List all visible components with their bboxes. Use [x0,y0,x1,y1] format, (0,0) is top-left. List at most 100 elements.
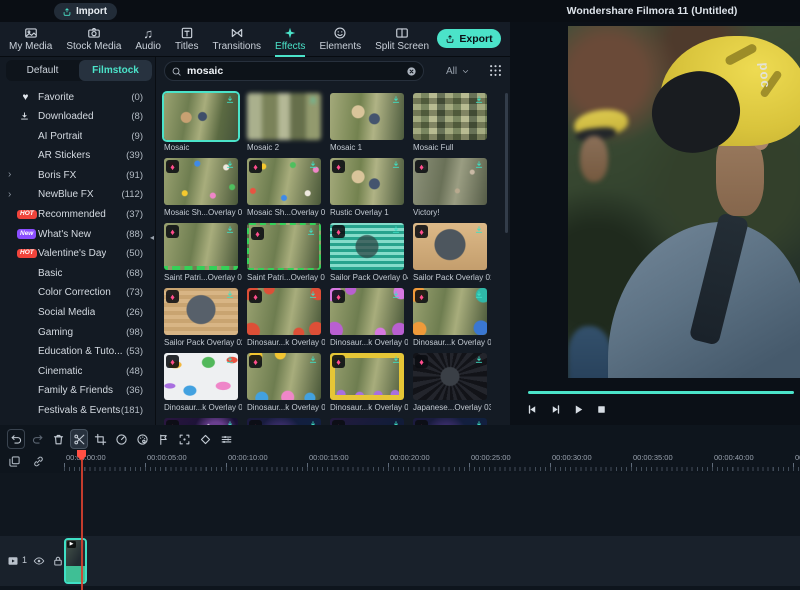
effect-item-mosaic-sh-overlay-01[interactable]: ♦ Mosaic Sh...Overlay 01 [164,158,242,217]
sidebar-item-label: Basic [38,267,63,279]
delete-button[interactable] [50,430,66,448]
sidebar-item-what-s-new[interactable]: New What's New (88) [0,225,156,245]
tab-split-screen[interactable]: Split Screen [368,24,436,57]
color-button[interactable] [134,430,150,448]
timeline-clip[interactable]: ▶ [64,538,87,584]
effect-item-sailor-pack-overlay-01[interactable]: ♦ Sailor Pack Overlay 01 [413,223,491,282]
marker-button[interactable] [155,430,171,448]
effect-item-sailor-pack-overlay-02[interactable]: ♦ Sailor Pack Overlay 02 [164,288,242,347]
effect-item-mosaic[interactable]: Mosaic [164,93,242,152]
collapse-sidebar-icon[interactable]: ◂ [150,233,154,242]
sidebar-item-ar-stickers[interactable]: AR Stickers (39) [0,147,156,167]
tab-audio[interactable]: ♫ Audio [128,24,168,57]
split-button[interactable] [71,430,87,448]
effect-item-victory[interactable]: ♦ Victory! [413,158,491,217]
manage-tracks-icon[interactable] [8,455,21,468]
next-frame-button[interactable] [547,401,563,417]
effect-name: Saint Patri...Overlay 02 [247,273,325,282]
seek-bar[interactable] [528,391,794,394]
redo-button[interactable] [29,430,45,448]
sidebar-item-newblue-fx[interactable]: › NewBlue FX (112) [0,186,156,206]
stop-button[interactable] [593,401,609,417]
speed-button[interactable] [113,430,129,448]
sidebar-item-basic[interactable]: Basic (68) [0,264,156,284]
timeline-empty-area[interactable] [0,473,800,536]
import-button[interactable]: Import [54,3,118,20]
play-button[interactable] [570,401,586,417]
export-label: Export [459,32,493,45]
effect-item-mosaic-2[interactable]: Mosaic 2 [247,93,325,152]
stock-media-icon [87,26,101,40]
search-input[interactable] [187,65,401,77]
effect-item-sailor-pack-overlay-04[interactable]: ♦ Sailor Pack Overlay 04 [330,223,408,282]
sidebar-item-education-tuto[interactable]: Education & Tuto... (53) [0,343,156,363]
effect-item[interactable]: ♦ [413,418,491,425]
tab-elements[interactable]: Elements [312,24,368,57]
sidebar-item-social-media[interactable]: Social Media (26) [0,304,156,324]
timeline-ruler[interactable]: 00:00:00:00 00:00:05:00 00:00:10:00 00:00:1… [0,451,800,473]
titles-icon [180,26,194,40]
effect-item[interactable]: ♦ [247,418,325,425]
chevron-right-icon[interactable]: › [8,168,11,182]
sidebar-item-downloaded[interactable]: Downloaded (8) [0,108,156,128]
effect-item-dinosaur-k-overlay-02[interactable]: ♦ Dinosaur...k Overlay 02 [330,288,408,347]
sidebar-item-ai-portrait[interactable]: AI Portrait (9) [0,127,156,147]
tab-filmstock[interactable]: Filmstock [79,60,152,81]
effect-item-dinosaur-k-overlay-04[interactable]: ♦ Dinosaur...k Overlay 04 [164,353,242,412]
effect-item-mosaic-1[interactable]: Mosaic 1 [330,93,408,152]
chevron-right-icon[interactable]: › [8,188,11,202]
effect-item[interactable]: ♦ [164,418,242,425]
split-icon [73,433,86,446]
sidebar-item-boris-fx[interactable]: › Boris FX (91) [0,166,156,186]
grid-view-icon[interactable] [488,63,503,78]
sidebar-item-favorite[interactable]: ♥ Favorite (0) [0,88,156,108]
crop-button[interactable] [92,430,108,448]
download-icon [308,355,318,365]
track-lock-icon[interactable] [52,555,64,567]
effect-item-rustic-overlay-1[interactable]: ♦ Rustic Overlay 1 [330,158,408,217]
clear-search-icon[interactable] [406,66,417,77]
export-button[interactable]: Export [437,29,501,48]
download-icon [225,225,235,235]
effect-item-mosaic-sh-overlay-02[interactable]: ♦ Mosaic Sh...Overlay 02 [247,158,325,217]
sidebar-item-cinematic[interactable]: Cinematic (48) [0,362,156,382]
sidebar-item-gaming[interactable]: Gaming (98) [0,323,156,343]
sidebar-item-family-friends[interactable]: Family & Friends (36) [0,382,156,402]
motion-track-button[interactable] [176,430,192,448]
effect-item-dinosaur-k-overlay-03[interactable]: ♦ Dinosaur...k Overlay 03 [413,288,491,347]
effect-item[interactable]: ♦ [330,418,408,425]
sidebar-item-color-correction[interactable]: Color Correction (73) [0,284,156,304]
effects-scrollbar[interactable] [505,93,508,233]
sidebar-item-count: (36) [126,385,143,397]
tab-titles[interactable]: Titles [168,24,206,57]
track-visibility-icon[interactable] [33,555,45,567]
keyframe-button[interactable] [197,430,213,448]
download-icon [474,290,484,300]
tab-default[interactable]: Default [6,60,79,81]
sidebar-item-festivals-events[interactable]: Festivals & Events (181) [0,402,156,422]
ruler-label: 00:00:10:00 [228,453,268,462]
effect-item-dinosaur-k-overlay-05[interactable]: ♦ Dinosaur...k Overlay 05 [247,353,325,412]
previous-frame-button[interactable] [524,401,540,417]
effect-item-dinosaur-k-overlay-01[interactable]: ♦ Dinosaur...k Overlay 01 [247,288,325,347]
effect-item-saint-patri-overlay-02[interactable]: ♦ Saint Patri...Overlay 02 [247,223,325,282]
video-track[interactable]: 1 ▶ [0,536,800,586]
ruler-label: 00:00:30:00 [552,453,592,462]
tab-stock-media[interactable]: Stock Media [59,24,128,57]
premium-gem-icon: ♦ [249,160,262,173]
effect-item-saint-patri-overlay-01[interactable]: ♦ Saint Patri...Overlay 01 [164,223,242,282]
link-clips-icon[interactable] [32,455,45,468]
undo-button[interactable] [8,430,24,448]
adjust-button[interactable] [218,430,234,448]
sidebar-item-valentine-s-day[interactable]: HOT Valentine's Day (50) [0,245,156,265]
effect-item-mosaic-full[interactable]: Mosaic Full [413,93,491,152]
effect-item-dinosaur-k-overlay-06[interactable]: ♦ Dinosaur...k Overlay 06 [330,353,408,412]
effect-item-japanese-overlay-03[interactable]: ♦ Japanese...Overlay 03 [413,353,491,412]
tab-my-media[interactable]: My Media [2,24,59,57]
tab-transitions[interactable]: Transitions [206,24,269,57]
track-number: 1 [22,555,28,565]
effect-thumbnail: ♦ [164,223,238,270]
tab-effects[interactable]: Effects [268,24,312,57]
sidebar-item-recommended[interactable]: HOT Recommended (37) [0,206,156,226]
filter-dropdown[interactable]: All [436,61,480,81]
